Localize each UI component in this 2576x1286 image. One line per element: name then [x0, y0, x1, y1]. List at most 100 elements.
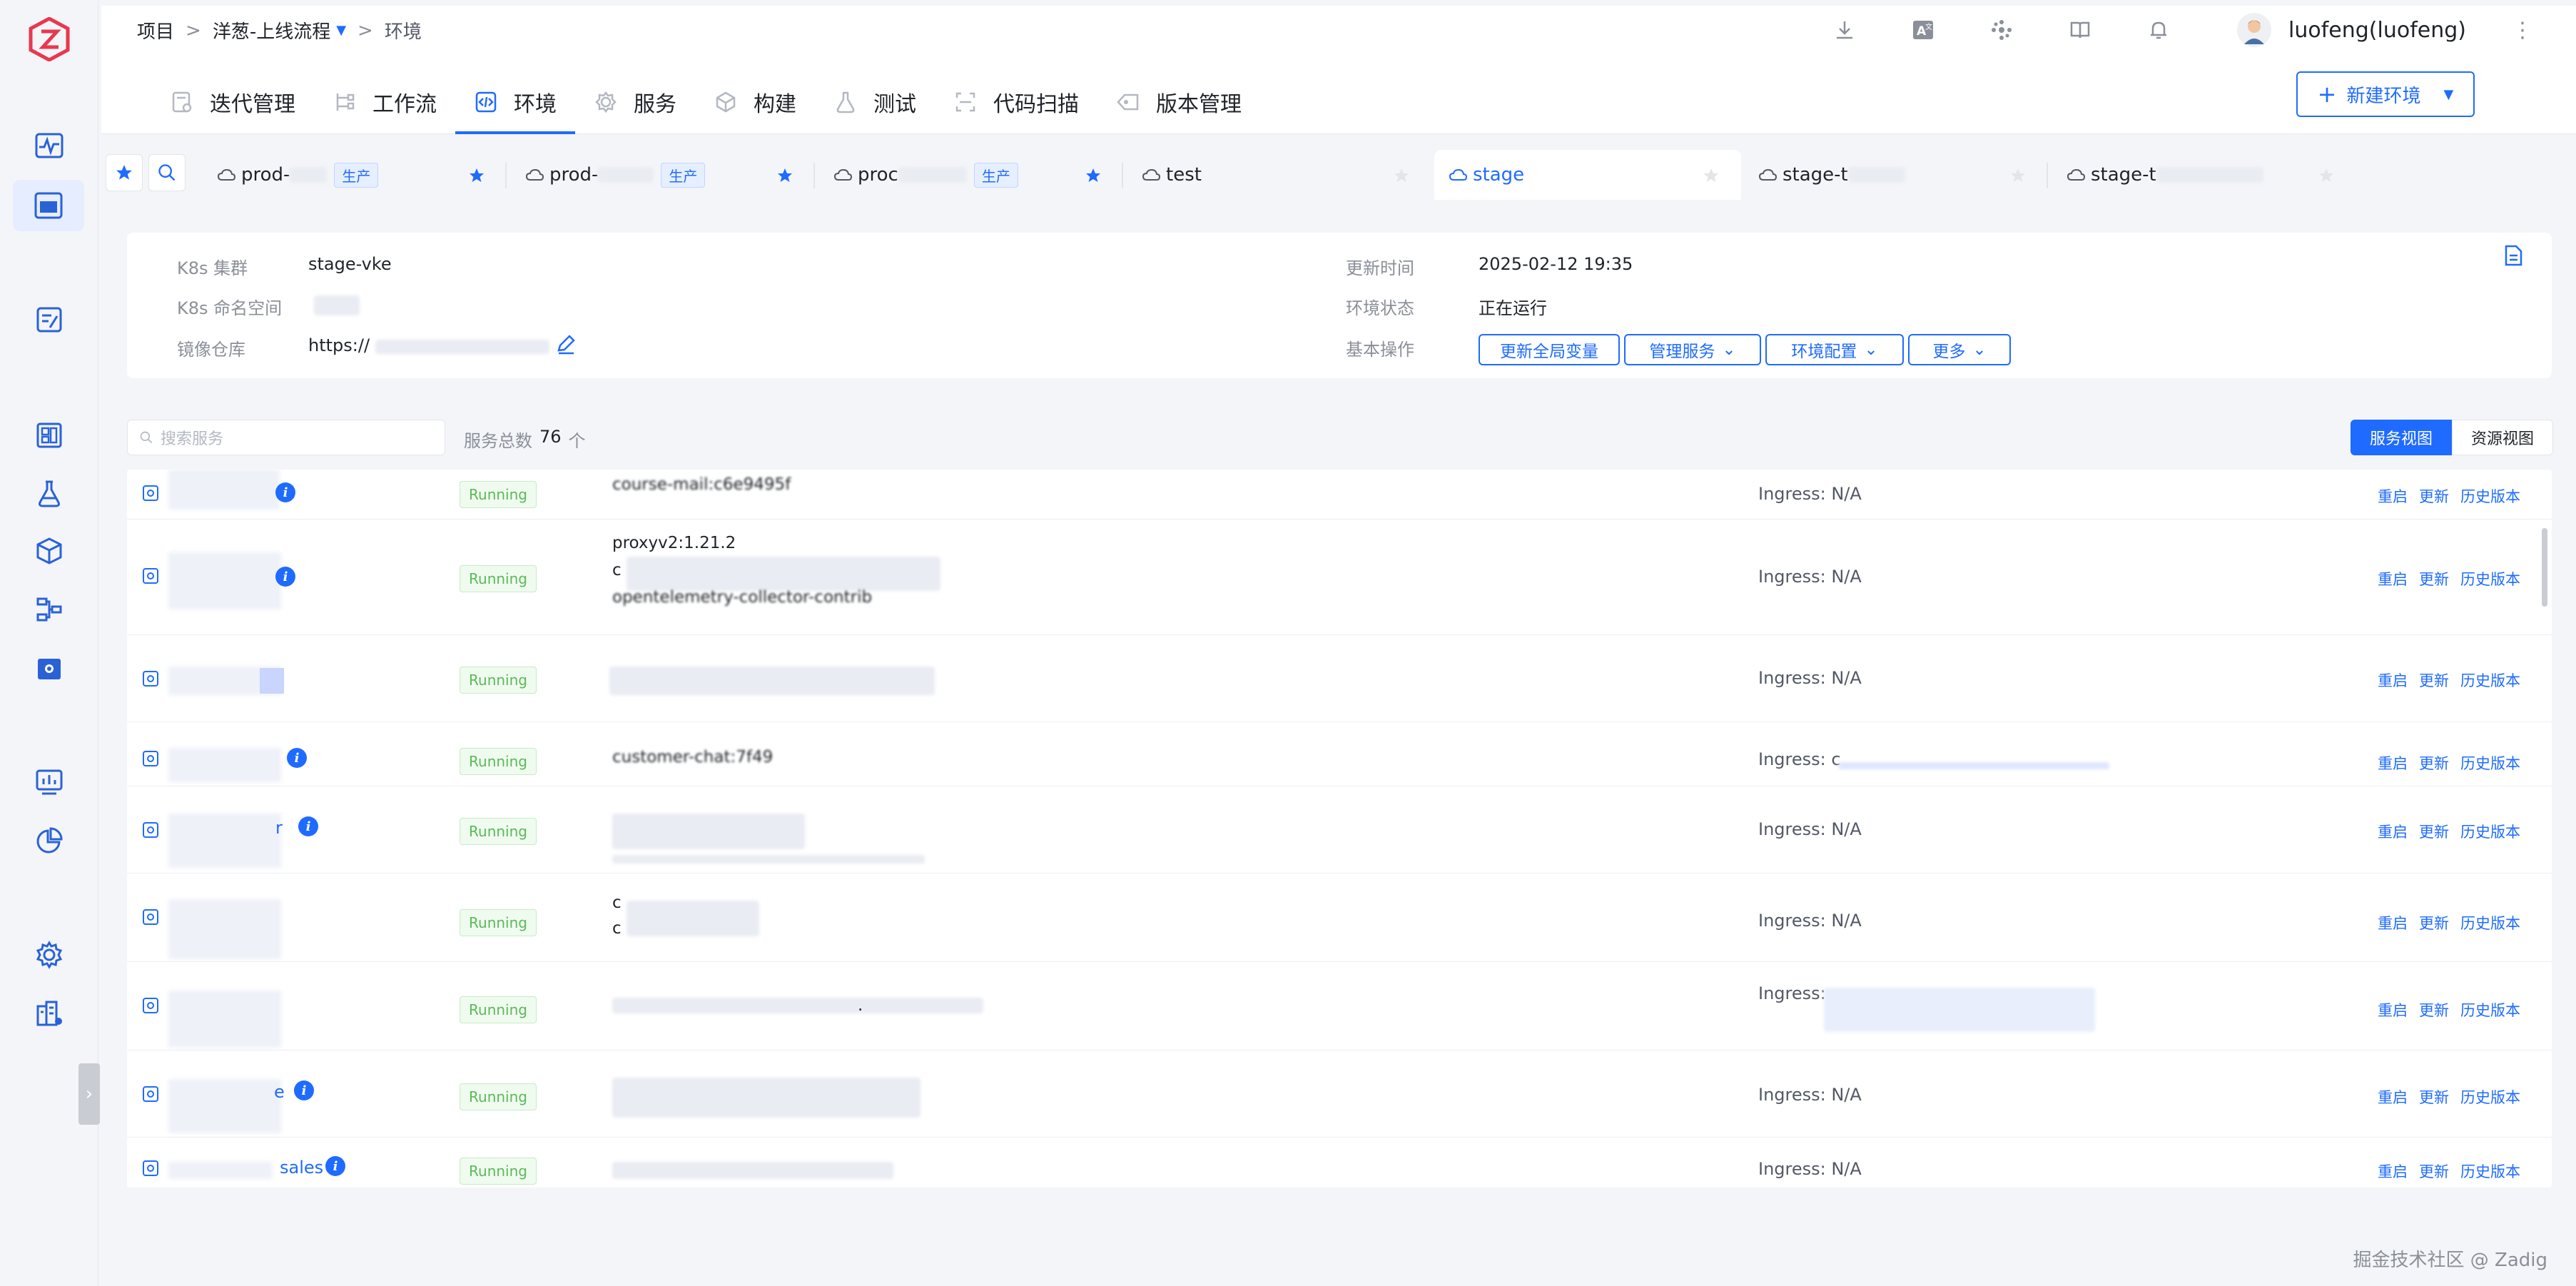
table-row[interactable]: Running Ingress: N/A 重启 更新 历史版本 [127, 635, 2552, 722]
table-row[interactable]: Running . Ingress: 重启 更新 历史版本 [127, 962, 2552, 1050]
info-icon[interactable]: i [325, 1156, 345, 1176]
manage-services-button[interactable]: 管理服务 ⌄ [1624, 334, 1761, 365]
env-tab-stage-t-2[interactable]: stage-t [2052, 150, 2356, 200]
rail-building-icon[interactable] [29, 993, 69, 1033]
caret-down-icon[interactable]: ▼ [2443, 87, 2453, 102]
info-icon[interactable]: i [287, 748, 307, 768]
breadcrumb-root[interactable]: 项目 [137, 17, 174, 44]
rail-pie-icon[interactable] [29, 821, 69, 861]
tab-environment[interactable]: 环境 [455, 77, 575, 134]
history-link[interactable]: 历史版本 [2460, 821, 2520, 842]
star-icon[interactable] [1085, 167, 1102, 184]
history-link[interactable]: 历史版本 [2460, 1086, 2520, 1108]
history-link[interactable]: 历史版本 [2460, 568, 2520, 589]
restart-link[interactable]: 重启 [2378, 821, 2408, 842]
tab-iteration[interactable]: 迭代管理 [151, 77, 314, 127]
service-name[interactable] [168, 1162, 273, 1179]
history-link[interactable]: 历史版本 [2460, 999, 2520, 1021]
rail-stats-icon[interactable] [29, 762, 69, 802]
update-link[interactable]: 更新 [2419, 821, 2449, 842]
new-environment-button[interactable]: + 新建环境 ▼ [2296, 71, 2475, 117]
update-link[interactable]: 更新 [2419, 912, 2449, 933]
rail-dashboard-icon[interactable] [29, 415, 69, 455]
service-name[interactable] [168, 470, 280, 510]
scrollbar-thumb[interactable] [2542, 528, 2547, 607]
rail-project-icon[interactable] [13, 180, 84, 231]
rail-plan-icon[interactable] [29, 300, 69, 340]
table-row[interactable]: i Running proxyv2:1.21.2 c opentelemetry… [127, 520, 2552, 635]
rail-pipeline-icon[interactable] [29, 589, 69, 629]
service-name[interactable] [168, 552, 281, 609]
update-link[interactable]: 更新 [2419, 1160, 2449, 1182]
restart-link[interactable]: 重启 [2378, 1086, 2408, 1108]
tab-workflow[interactable]: 工作流 [314, 77, 455, 127]
tab-build[interactable]: 构建 [695, 77, 815, 127]
plugin-icon[interactable] [1987, 16, 2016, 44]
rail-monitor-icon[interactable] [29, 126, 69, 166]
env-tab-stage[interactable]: stage [1434, 150, 1741, 200]
service-name[interactable] [168, 814, 281, 868]
restart-link[interactable]: 重启 [2378, 912, 2408, 933]
restart-link[interactable]: 重启 [2378, 999, 2408, 1021]
service-name[interactable] [168, 1079, 281, 1133]
more-ops-button[interactable]: 更多 ⌄ [1908, 334, 2011, 365]
bell-icon[interactable] [2144, 16, 2173, 44]
update-link[interactable]: 更新 [2419, 999, 2449, 1021]
collapse-rail-button[interactable]: › [78, 1063, 100, 1125]
update-link[interactable]: 更新 [2419, 752, 2449, 774]
table-row[interactable]: e i Running Ingress: N/A 重启 更新 历史版本 [127, 1050, 2552, 1138]
table-row[interactable]: Running c c Ingress: N/A 重启 更新 历史版本 [127, 874, 2552, 962]
resource-view-button[interactable]: 资源视图 [2452, 420, 2554, 455]
download-icon[interactable] [1830, 16, 1859, 44]
caret-down-icon[interactable]: ▼ [336, 23, 346, 38]
starred-filter-button[interactable] [106, 154, 143, 191]
env-tab-test[interactable]: test [1127, 150, 1431, 200]
restart-link[interactable]: 重启 [2378, 1160, 2408, 1182]
rail-package-icon[interactable] [29, 531, 69, 571]
restart-link[interactable]: 重启 [2378, 485, 2408, 507]
info-icon[interactable]: i [275, 567, 295, 587]
zadig-logo-icon[interactable] [27, 17, 71, 61]
restart-link[interactable]: 重启 [2378, 669, 2408, 691]
service-name-suffix[interactable]: sales [280, 1158, 323, 1178]
service-name[interactable] [168, 899, 281, 959]
history-link[interactable]: 历史版本 [2460, 912, 2520, 933]
tab-service[interactable]: 服务 [575, 77, 695, 127]
table-row[interactable]: r i Running Ingress: N/A 重启 更新 历史版本 [127, 786, 2552, 874]
book-icon[interactable] [2066, 16, 2094, 44]
document-icon[interactable] [2503, 244, 2523, 267]
history-link[interactable]: 历史版本 [2460, 669, 2520, 691]
env-tab-prod-3[interactable]: proc 生产 [819, 150, 1123, 200]
service-name[interactable] [168, 991, 281, 1048]
env-tab-prod-2[interactable]: prod- 生产 [511, 150, 815, 200]
service-view-button[interactable]: 服务视图 [2351, 420, 2453, 455]
update-global-vars-button[interactable]: 更新全局变量 [1479, 334, 1620, 365]
breadcrumb-project[interactable]: 洋葱-上线流程 [213, 17, 330, 44]
env-config-button[interactable]: 环境配置 ⌄ [1765, 334, 1904, 365]
env-search-button[interactable] [148, 154, 186, 191]
history-link[interactable]: 历史版本 [2460, 485, 2520, 507]
more-vertical-icon[interactable]: ⋮ [2512, 18, 2533, 43]
update-link[interactable]: 更新 [2419, 485, 2449, 507]
tab-code-scan[interactable]: 代码扫描 [935, 77, 1097, 127]
star-outline-icon[interactable] [1703, 167, 1720, 184]
table-row[interactable]: i Running customer-chat:7f49 Ingress: c … [127, 722, 2552, 786]
update-link[interactable]: 更新 [2419, 669, 2449, 691]
translate-icon[interactable]: A文 [1909, 16, 1937, 44]
rail-settings-box-icon[interactable] [29, 648, 69, 688]
star-outline-icon[interactable] [2318, 167, 2335, 184]
tab-version[interactable]: 版本管理 [1097, 77, 1260, 127]
info-icon[interactable]: i [294, 1080, 314, 1100]
info-icon[interactable]: i [275, 482, 295, 502]
service-name[interactable] [168, 748, 281, 782]
env-tab-prod-1[interactable]: prod- 生产 [203, 150, 507, 200]
restart-link[interactable]: 重启 [2378, 752, 2408, 774]
rail-gear-icon[interactable] [29, 935, 69, 975]
star-outline-icon[interactable] [1393, 167, 1410, 184]
history-link[interactable]: 历史版本 [2460, 752, 2520, 774]
history-link[interactable]: 历史版本 [2460, 1160, 2520, 1182]
service-name-suffix[interactable]: e [274, 1082, 285, 1102]
tab-test[interactable]: 测试 [815, 77, 935, 127]
table-row[interactable]: i Running course-mail:c6e9495f Ingress: … [127, 470, 2552, 520]
table-row[interactable]: sales i Running Ingress: N/A 重启 更新 历史版本 [127, 1138, 2552, 1188]
